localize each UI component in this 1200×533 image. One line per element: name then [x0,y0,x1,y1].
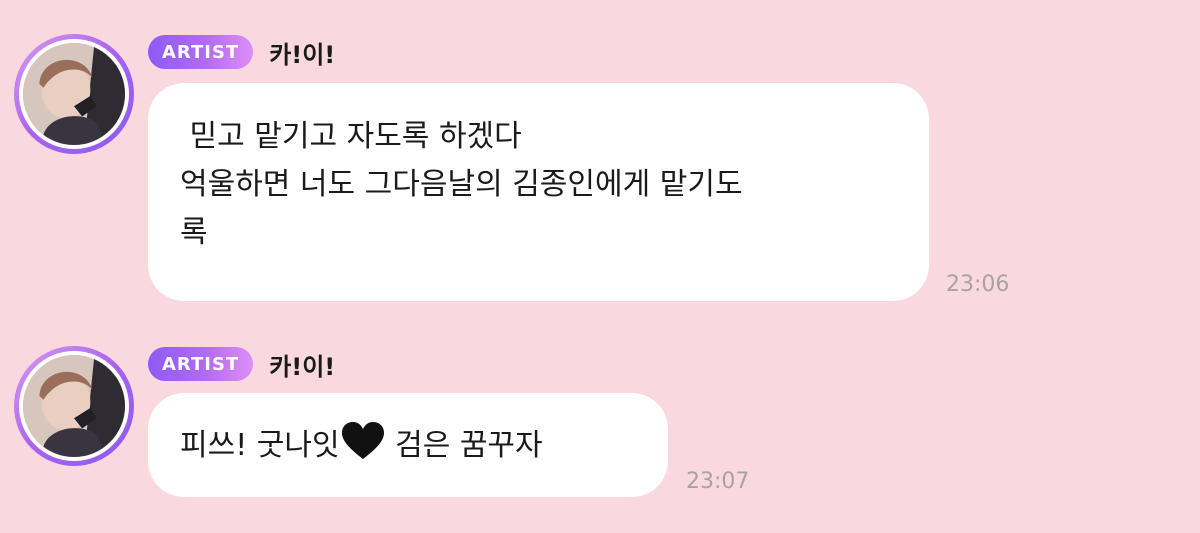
message-header: ARTIST 카!이! [148,34,335,70]
sender-name[interactable]: 카!이! [269,347,335,382]
message-text: 검은 꿈꾸자 [385,428,543,463]
artist-avatar[interactable] [14,346,134,466]
message-text-line: 피쓰! 굿나잇 검은 꿈꾸자 [180,421,638,470]
black-heart-icon [341,422,384,459]
message-header: ARTIST 카!이! [148,346,335,382]
message-text-line: 억울하면 너도 그다음날의 김종인에게 맡기도 [180,167,743,202]
artist-badge: ARTIST [148,35,254,69]
avatar-portrait-icon [23,43,125,145]
message-text-line: 믿고 맡기고 자도록 하겠다 [180,119,522,154]
avatar-portrait-icon [23,355,125,457]
avatar-frame [19,351,129,461]
message-text: 피쓰! 굿나잇 [180,428,340,463]
message-timestamp: 23:07 [686,469,750,494]
message-bubble[interactable]: 피쓰! 굿나잇 검은 꿈꾸자 [148,393,668,497]
message-text-line: 록 [180,215,208,250]
artist-badge: ARTIST [148,347,254,381]
avatar-photo [23,43,125,145]
sender-name[interactable]: 카!이! [269,35,335,70]
avatar-frame [19,39,129,149]
artist-avatar[interactable] [14,34,134,154]
avatar-photo [23,355,125,457]
message-timestamp: 23:06 [946,272,1010,297]
message-bubble[interactable]: 믿고 맡기고 자도록 하겠다 억울하면 너도 그다음날의 김종인에게 맡기도 록 [148,83,929,301]
